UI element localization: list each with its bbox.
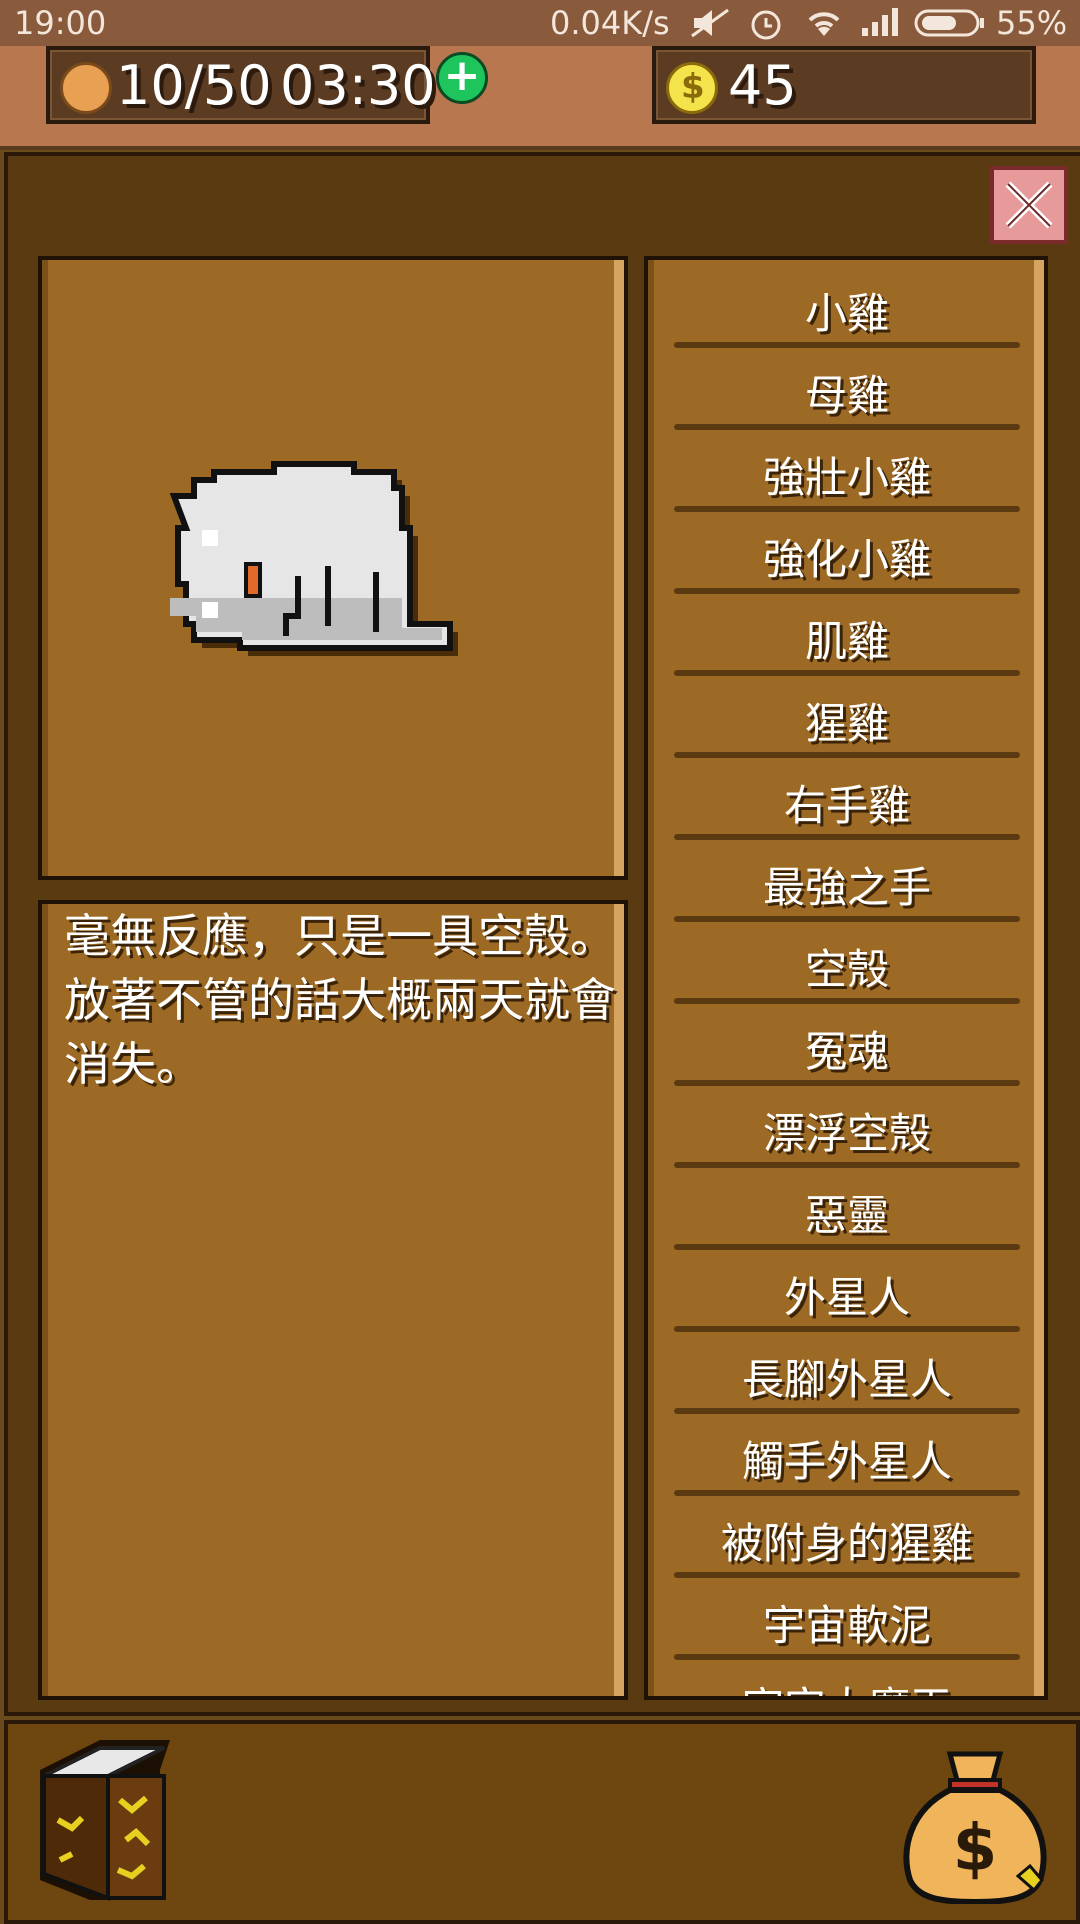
list-item-label: 宇宙大魔王 [674, 1674, 1020, 1696]
list-item[interactable]: 宇宙軟泥 [674, 1578, 1020, 1660]
battery-icon [914, 8, 986, 46]
list-item[interactable]: 強壯小雞 [674, 430, 1020, 512]
close-icon [1005, 181, 1053, 229]
list-item-label: 漂浮空殼 [762, 1109, 931, 1158]
energy-box: 10/50 03:30 [46, 46, 436, 124]
list-item-label: 小雞 [804, 289, 889, 338]
list-item-label: 猩雞 [804, 699, 889, 748]
status-bar: 19:00 0.04K/s 55% [0, 0, 1080, 46]
resource-bar: 10/50 03:30 + 45 [0, 46, 1080, 150]
list-item[interactable]: 母雞 [674, 348, 1020, 430]
list-item[interactable]: 被附身的猩雞 [674, 1496, 1020, 1578]
list-item-label: 母雞 [804, 371, 889, 420]
mute-icon [690, 8, 730, 46]
list-item-label: 被附身的猩雞 [720, 1519, 973, 1568]
list-item[interactable]: 肌雞 [674, 594, 1020, 676]
coin-count: 45 [728, 54, 797, 117]
money-bag-icon[interactable]: $ [900, 1744, 1050, 1908]
list-item[interactable]: 猩雞 [674, 676, 1020, 758]
list-item[interactable]: 惡靈 [674, 1168, 1020, 1250]
ghost-shell-sprite [169, 461, 458, 656]
list-item[interactable]: 漂浮空殼 [674, 1086, 1020, 1168]
book-icon[interactable] [30, 1730, 180, 1910]
list-item[interactable]: 右手雞 [674, 758, 1020, 840]
creature-image-panel [38, 256, 628, 880]
creature-list[interactable]: 小雞母雞強壯小雞強化小雞肌雞猩雞右手雞最強之手空殼冤魂漂浮空殼惡靈外星人長腳外星… [644, 256, 1048, 1700]
list-item-label: 長腳外星人 [741, 1355, 952, 1404]
alarm-icon [748, 6, 784, 48]
list-item-label: 右手雞 [783, 781, 910, 830]
list-item[interactable]: 空殼 [674, 922, 1020, 1004]
status-time: 19:00 [14, 4, 107, 42]
list-item[interactable]: 長腳外星人 [674, 1332, 1020, 1414]
list-item-label: 強壯小雞 [762, 453, 931, 502]
list-item-label: 冤魂 [804, 1027, 889, 1076]
list-item[interactable]: 外星人 [674, 1250, 1020, 1332]
signal-icon [860, 6, 902, 44]
list-item[interactable]: 冤魂 [674, 1004, 1020, 1086]
list-item-label: 空殼 [804, 945, 889, 994]
list-item[interactable]: 強化小雞 [674, 512, 1020, 594]
coin-box: 45 [652, 46, 1036, 124]
list-item-label: 觸手外星人 [741, 1437, 952, 1486]
list-item-label: 惡靈 [804, 1191, 889, 1240]
close-button[interactable] [990, 166, 1068, 244]
list-item-label: 外星人 [783, 1273, 910, 1322]
list-item[interactable]: 最強之手 [674, 840, 1020, 922]
wifi-icon [804, 6, 844, 46]
list-item-label: 宇宙軟泥 [762, 1601, 931, 1650]
list-item[interactable]: 觸手外星人 [674, 1414, 1020, 1496]
battery-percent: 55% [996, 4, 1068, 42]
list-item-label: 最強之手 [762, 863, 931, 912]
coin-icon [666, 62, 718, 114]
description-panel: 毫無反應，只是一具空殼。 放著不管的話大概兩天就會消失。 [38, 900, 628, 1700]
list-item-label: 肌雞 [804, 617, 889, 666]
cookie-icon [60, 62, 112, 114]
svg-text:$: $ [953, 1812, 998, 1886]
list-item[interactable]: 宇宙大魔王 [674, 1660, 1020, 1696]
energy-count: 10/50 [116, 54, 272, 117]
creature-description: 毫無反應，只是一具空殼。 放著不管的話大概兩天就會消失。 [64, 909, 616, 1091]
list-item-label: 強化小雞 [762, 535, 931, 584]
energy-timer: 03:30 [280, 54, 436, 117]
status-network-speed: 0.04K/s [550, 4, 670, 42]
add-energy-button[interactable]: + [436, 52, 488, 104]
list-item[interactable]: 小雞 [674, 266, 1020, 348]
